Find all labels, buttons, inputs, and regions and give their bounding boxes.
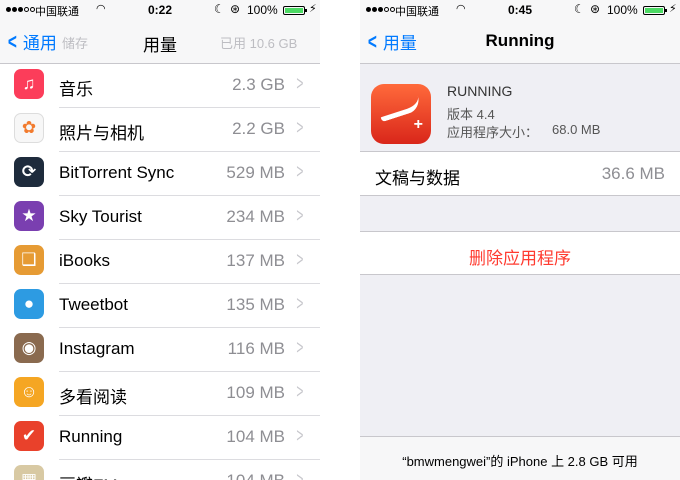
app-size: 104 MB bbox=[226, 471, 285, 480]
app-row[interactable]: ◉ Instagram 116 MB > bbox=[0, 328, 320, 372]
documents-data-row: 文稿与数据 36.6 MB bbox=[360, 152, 680, 196]
sky-tourist-icon: ★ bbox=[14, 201, 44, 231]
chevron-right-icon: > bbox=[296, 381, 304, 403]
app-size-label: 应用程序大小： bbox=[447, 125, 539, 140]
chevron-right-icon: > bbox=[296, 249, 304, 271]
battery-percent: 100% bbox=[247, 3, 278, 17]
app-size: 529 MB bbox=[226, 163, 285, 182]
duokan-icon: ☺ bbox=[14, 377, 44, 407]
charging-icon: ⚡ bbox=[309, 3, 317, 15]
app-row[interactable]: ♫ 音乐 2.3 GB > bbox=[0, 64, 320, 108]
tweetbot-icon: ● bbox=[14, 289, 44, 319]
app-name: iBooks bbox=[59, 251, 111, 270]
chevron-right-icon: > bbox=[296, 425, 304, 447]
plus-icon: + bbox=[413, 116, 423, 133]
status-bar: 中国联通 ◠ 0:22 ☾ ⊛ 100% ⚡ bbox=[0, 0, 320, 20]
app-info-header: + RUNNING 版本 4.4 应用程序大小： 68.0 MB bbox=[360, 64, 680, 152]
ibooks-icon: ❑ bbox=[14, 245, 44, 275]
douban-fm-icon: ▦ bbox=[14, 465, 44, 480]
app-row[interactable]: ▦ 豆瓣FM 104 MB > bbox=[0, 460, 320, 480]
rotation-lock-icon: ⊛ bbox=[230, 2, 241, 16]
app-row[interactable]: ☺ 多看阅读 109 MB > bbox=[0, 372, 320, 416]
app-row[interactable]: ⟳ BitTorrent Sync 529 MB > bbox=[0, 152, 320, 196]
available-storage-text: “bmwmengwei”的 iPhone 上 2.8 GB 可用 bbox=[402, 454, 638, 469]
app-size: 2.3 GB bbox=[232, 75, 285, 94]
chevron-right-icon: > bbox=[296, 117, 304, 139]
status-bar: 中国联通 ◠ 0:45 ☾ ⊛ 100% ⚡ bbox=[360, 0, 680, 20]
storage-footer: “bmwmengwei”的 iPhone 上 2.8 GB 可用 bbox=[360, 436, 680, 480]
app-row[interactable]: ● Tweetbot 135 MB > bbox=[0, 284, 320, 328]
instagram-icon: ◉ bbox=[14, 333, 44, 363]
rotation-lock-icon: ⊛ bbox=[590, 2, 601, 16]
chevron-right-icon: > bbox=[296, 293, 304, 315]
documents-data-value: 36.6 MB bbox=[601, 164, 665, 183]
running-app-icon: + bbox=[371, 84, 431, 144]
delete-app-button[interactable]: 删除应用程序 bbox=[360, 231, 680, 275]
app-size: 104 MB bbox=[226, 427, 285, 446]
battery-icon bbox=[643, 6, 667, 15]
app-row[interactable]: ❑ iBooks 137 MB > bbox=[0, 240, 320, 284]
do-not-disturb-icon: ☾ bbox=[214, 2, 225, 16]
photos-icon: ✿ bbox=[14, 113, 44, 143]
battery-percent: 100% bbox=[607, 3, 638, 17]
navigation-bar: < 通用 储存 用量 已用 10.6 GB bbox=[0, 20, 320, 64]
do-not-disturb-icon: ☾ bbox=[574, 2, 585, 16]
battery-icon bbox=[283, 6, 307, 15]
app-version: 版本 4.4 bbox=[447, 107, 495, 122]
app-name: Tweetbot bbox=[59, 295, 128, 314]
chevron-right-icon: > bbox=[296, 161, 304, 183]
music-icon: ♫ bbox=[14, 69, 44, 99]
app-size: 135 MB bbox=[226, 295, 285, 314]
app-name: Sky Tourist bbox=[59, 207, 142, 226]
charging-icon: ⚡ bbox=[669, 3, 677, 15]
app-list: ♫ 音乐 2.3 GB > ✿ 照片与相机 2.2 GB > ⟳ BitTorrent Sync 5… bbox=[0, 64, 320, 480]
app-size: 2.2 GB bbox=[232, 119, 285, 138]
app-size: 234 MB bbox=[226, 207, 285, 226]
chevron-right-icon: > bbox=[296, 205, 304, 227]
app-size: 116 MB bbox=[227, 339, 285, 358]
chevron-right-icon: > bbox=[296, 73, 304, 95]
app-row[interactable]: ✿ 照片与相机 2.2 GB > bbox=[0, 108, 320, 152]
app-name: RUNNING bbox=[447, 83, 513, 99]
bittorrent-sync-icon: ⟳ bbox=[14, 157, 44, 187]
app-size: 137 MB bbox=[226, 251, 285, 270]
app-name: 豆瓣FM bbox=[59, 471, 118, 480]
app-name: BitTorrent Sync bbox=[59, 163, 175, 182]
storage-usage-screen: 中国联通 ◠ 0:22 ☾ ⊛ 100% ⚡ < 通用 储存 用量 已用 10.… bbox=[0, 0, 320, 480]
navigation-bar: < 用量 Running bbox=[360, 20, 680, 64]
delete-app-label: 删除应用程序 bbox=[469, 249, 571, 268]
ghost-used-label: 已用 10.6 GB bbox=[220, 36, 298, 51]
app-detail-screen: 中国联通 ◠ 0:45 ☾ ⊛ 100% ⚡ < 用量 Running + RU… bbox=[360, 0, 680, 480]
app-name: 照片与相机 bbox=[59, 124, 144, 143]
chevron-right-icon: > bbox=[296, 469, 304, 480]
documents-data-label: 文稿与数据 bbox=[375, 169, 460, 188]
app-row[interactable]: ✔ Running 104 MB > bbox=[0, 416, 320, 460]
app-name: 音乐 bbox=[59, 80, 93, 99]
app-size-value: 68.0 MB bbox=[552, 122, 601, 137]
app-name: 多看阅读 bbox=[59, 388, 127, 407]
app-name: Running bbox=[59, 427, 123, 446]
app-name: Instagram bbox=[59, 339, 135, 358]
page-title: Running bbox=[485, 31, 555, 50]
chevron-right-icon: > bbox=[296, 337, 304, 359]
app-size: 109 MB bbox=[226, 383, 285, 402]
app-row[interactable]: ★ Sky Tourist 234 MB > bbox=[0, 196, 320, 240]
running-icon: ✔ bbox=[14, 421, 44, 451]
